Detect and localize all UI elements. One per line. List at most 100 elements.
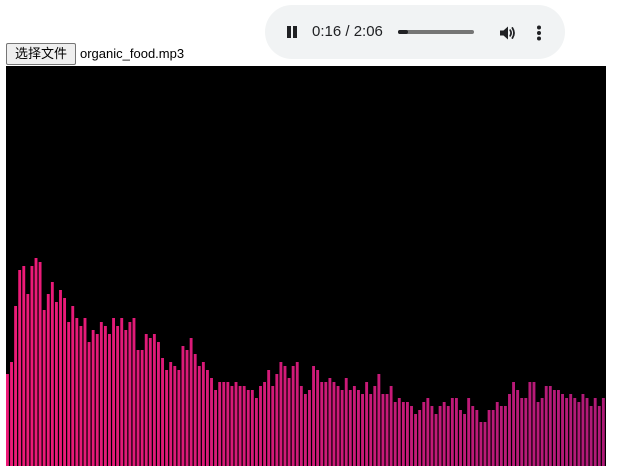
visualizer-bar — [524, 398, 528, 466]
visualizer-bar — [291, 366, 295, 466]
choose-file-button[interactable]: 选择文件 — [6, 43, 76, 65]
visualizer-bar — [201, 362, 205, 466]
visualizer-bar — [275, 374, 279, 466]
visualizer-bar — [303, 394, 307, 466]
visualizer-bar — [169, 362, 173, 466]
visualizer-bar — [344, 378, 348, 466]
visualizer-bar — [348, 390, 352, 466]
visualizer-bar — [116, 326, 120, 466]
visualizer-bar — [67, 322, 71, 466]
visualizer-bar — [483, 422, 487, 466]
visualizer-bar — [34, 258, 38, 466]
visualizer-bar — [59, 290, 62, 466]
visualizer-bar — [144, 334, 148, 466]
visualizer-bar — [103, 326, 107, 466]
visualizer-bar — [18, 270, 22, 466]
visualizer-bar — [442, 402, 446, 466]
visualizer-bar — [295, 362, 299, 466]
visualizer-bar — [426, 398, 430, 466]
visualizer-bar — [593, 398, 597, 466]
visualizer-bar — [352, 386, 356, 466]
visualizer-bar — [401, 402, 405, 466]
visualizer-bar — [479, 422, 483, 466]
visualizer-bar — [385, 394, 389, 466]
visualizer-bar — [234, 382, 238, 466]
visualizer-bar — [230, 386, 234, 466]
seek-progress — [398, 30, 408, 34]
visualizer-bar — [128, 322, 132, 466]
visualizer-bar — [54, 302, 58, 466]
visualizer-bar — [79, 326, 83, 466]
visualizer-bar — [548, 386, 552, 466]
visualizer-bar — [6, 374, 9, 466]
visualizer-bar — [10, 362, 13, 466]
visualizer-bar — [393, 402, 397, 466]
visualizer-bar — [132, 318, 136, 466]
visualizer-bar — [324, 382, 328, 466]
visualizer-bar — [206, 370, 209, 466]
audio-player: 0:16 / 2:06 — [265, 5, 565, 59]
visualizer-bar — [42, 310, 46, 466]
visualizer-bar — [140, 350, 144, 466]
visualizer-bar — [397, 398, 401, 466]
visualizer-bar — [357, 390, 360, 466]
visualizer-bar — [361, 394, 364, 466]
visualizer-bar — [185, 350, 189, 466]
visualizer-bar — [254, 398, 258, 466]
visualizer-bar — [189, 338, 193, 466]
more-vertical-icon — [537, 25, 541, 41]
visualizer-bar — [30, 266, 34, 466]
visualizer-bar — [601, 398, 605, 466]
visualizer-bar — [197, 366, 201, 466]
visualizer-bar — [263, 382, 267, 466]
visualizer-bar — [312, 366, 315, 466]
visualizer-bar — [193, 354, 197, 466]
visualizer-bar — [38, 262, 42, 466]
visualizer-bar — [336, 386, 340, 466]
visualizer-bar — [299, 386, 303, 466]
visualizer-bar — [552, 390, 556, 466]
visualizer-bar — [373, 386, 377, 466]
visualizer-bar — [22, 266, 26, 466]
visualizer-bar — [26, 294, 30, 466]
visualizer-bar — [581, 394, 585, 466]
visualizer-bar — [136, 350, 140, 466]
visualizer-bar — [561, 394, 564, 466]
visualizer-bar — [414, 414, 418, 466]
more-options-button[interactable] — [529, 23, 549, 43]
volume-icon — [500, 26, 515, 40]
visualizer-bar — [503, 406, 507, 466]
visualizer-bar — [467, 398, 471, 466]
visualizer-bar — [218, 382, 222, 466]
visualizer-bar — [418, 410, 422, 466]
visualizer-bar — [332, 382, 336, 466]
page: 0:16 / 2:06 选择文件 organic_food.mp3 — [0, 0, 621, 474]
visualizer-bar — [589, 406, 593, 466]
visualizer-bar — [365, 382, 369, 466]
visualizer-bar — [422, 402, 426, 466]
visualizer-bar — [499, 406, 503, 466]
visualizer-bar — [528, 382, 532, 466]
visualizer-bar — [165, 370, 169, 466]
visualizer-bar — [434, 414, 438, 466]
visualizer-bar — [487, 410, 491, 466]
visualizer-bar — [471, 406, 475, 466]
visualizer-bar — [259, 386, 262, 466]
visualizer-bar — [222, 382, 226, 466]
pause-button[interactable] — [282, 22, 302, 42]
visualizer-bar — [475, 410, 479, 466]
visualizer-bar — [75, 318, 79, 466]
visualizer-bar — [226, 382, 230, 466]
visualizer-bar — [450, 398, 454, 466]
seek-bar[interactable] — [398, 28, 474, 36]
visualizer-bar — [569, 394, 573, 466]
visualizer-bar — [446, 406, 450, 466]
visualizer-bar — [152, 334, 156, 466]
visualizer-bar — [597, 406, 601, 466]
visualizer-bar — [459, 410, 462, 466]
volume-button[interactable] — [497, 23, 517, 43]
visualizer-bar — [508, 394, 511, 466]
visualizer-bar — [557, 390, 560, 466]
visualizer-bar — [267, 370, 271, 466]
visualizer-bar — [271, 386, 275, 466]
